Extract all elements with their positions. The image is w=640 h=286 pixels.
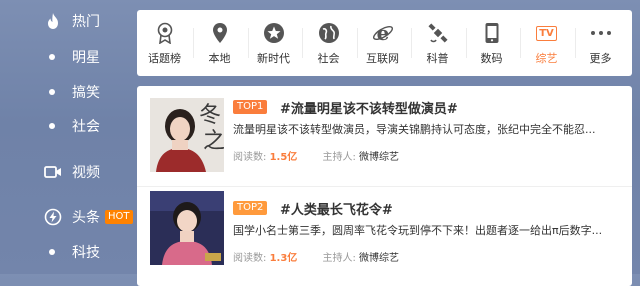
reads-count: 1.5亿 [269,152,298,163]
nav-item-internet[interactable]: e 互联网 [357,10,408,76]
sidebar-item-label: 头条 [72,210,100,226]
fire-icon [43,11,63,31]
reads-count: 1.3亿 [269,253,298,264]
topic-description: 流量明星该不该转型做演员，导演关锦鹏持认可态度，张纪中完全不能忍... [233,123,596,136]
list-item[interactable]: TOP2 #人类最长飞花令# 国学小名士第三季，圆周率飞花令玩到停不下来！出题者… [137,187,632,286]
nav-item-society[interactable]: 社会 [303,10,354,76]
nav-item-variety[interactable]: TV 综艺 [521,10,572,76]
host-label: 主持人: [322,152,356,163]
category-nav: 话题榜 本地 新时代 社会 e 互联网 科普 数码 TV 综艺 更多 [137,10,632,76]
sidebar-item-label: 搞笑 [72,85,100,101]
nav-item-label: 社会 [317,52,340,65]
sidebar-item-label: 明星 [72,50,100,66]
sidebar-item-label: 社会 [72,119,100,135]
ribbon-medal-icon [154,22,176,44]
nav-item-label: 新时代 [257,52,290,65]
topic-title[interactable]: #流量明星该不该转型做演员# [280,98,458,117]
nav-item-label: 更多 [589,52,612,65]
svg-text:之: 之 [203,129,224,154]
satellite-icon [427,22,449,44]
list-item[interactable]: 冬 之 TOP1 #流量明星该不该转型做演员# 流量明星该不该转型做演员，导演关… [137,86,632,187]
sidebar-item-label: 热门 [72,14,100,30]
bullet-dot [49,123,55,129]
nav-item-label: 数码 [480,52,503,65]
nav-item-label: 科普 [426,52,449,65]
tv-icon-text: TV [536,25,557,41]
sidebar-item-label: 视频 [72,165,100,181]
star-badge-icon [263,22,285,44]
nav-item-digital[interactable]: 数码 [466,10,517,76]
nav-divider [411,28,412,58]
rank-badge: TOP1 [233,100,268,114]
host-name[interactable]: 微博综艺 [359,253,399,264]
topic-meta: 阅读数: 1.3亿 主持人: 微博综艺 [233,249,399,264]
actress-portrait-image[interactable]: 冬 之 [150,98,224,172]
topic-list: 冬 之 TOP1 #流量明星该不该转型做演员# 流量明星该不该转型做演员，导演关… [137,86,632,286]
nav-item-new-era[interactable]: 新时代 [248,10,299,76]
topic-title[interactable]: #人类最长飞花令# [280,199,393,218]
nav-item-local[interactable]: 本地 [194,10,245,76]
nav-divider [520,28,521,58]
topic-meta: 阅读数: 1.5亿 主持人: 微博综艺 [233,148,399,163]
svg-text:e: e [376,22,389,44]
bullet-dot [49,54,55,60]
nav-item-more[interactable]: 更多 [575,10,626,76]
nav-item-label: 互联网 [366,52,399,65]
bullet-dot [49,249,55,255]
location-pin-icon [209,22,231,44]
nav-item-label: 综艺 [535,52,558,65]
girl-portrait-image[interactable] [150,191,224,265]
bullet-dot [49,89,55,95]
nav-item-label: 本地 [208,52,231,65]
tv-icon: TV [536,22,558,44]
nav-divider [575,28,576,58]
nav-item-label: 话题榜 [148,52,181,65]
video-icon [43,162,63,182]
nav-divider [357,28,358,58]
sidebar-item-label: 科技 [72,245,100,261]
more-dots-icon [590,22,612,44]
svg-text:冬: 冬 [199,103,221,128]
rank-badge: TOP2 [233,201,268,215]
nav-divider [466,28,467,58]
nav-divider [302,28,303,58]
lightning-icon [43,207,63,227]
reads-label: 阅读数: [233,152,267,163]
reads-label: 阅读数: [233,253,267,264]
hot-badge: HOT [105,210,133,224]
nav-divider [248,28,249,58]
host-name[interactable]: 微博综艺 [359,152,399,163]
left-sidebar: 热门 明星 搞笑 社会 视频 头条 HOT 科技 [0,0,137,274]
nav-item-science[interactable]: 科普 [412,10,463,76]
topic-description: 国学小名士第三季，圆周率飞花令玩到停不下来！出题者逐一给出π后数字... [233,224,603,237]
phone-icon [481,22,503,44]
globe-icon [318,22,340,44]
ie-browser-icon: e [372,22,394,44]
host-label: 主持人: [322,253,356,264]
nav-divider [193,28,194,58]
nav-item-topic-ranking[interactable]: 话题榜 [139,10,190,76]
